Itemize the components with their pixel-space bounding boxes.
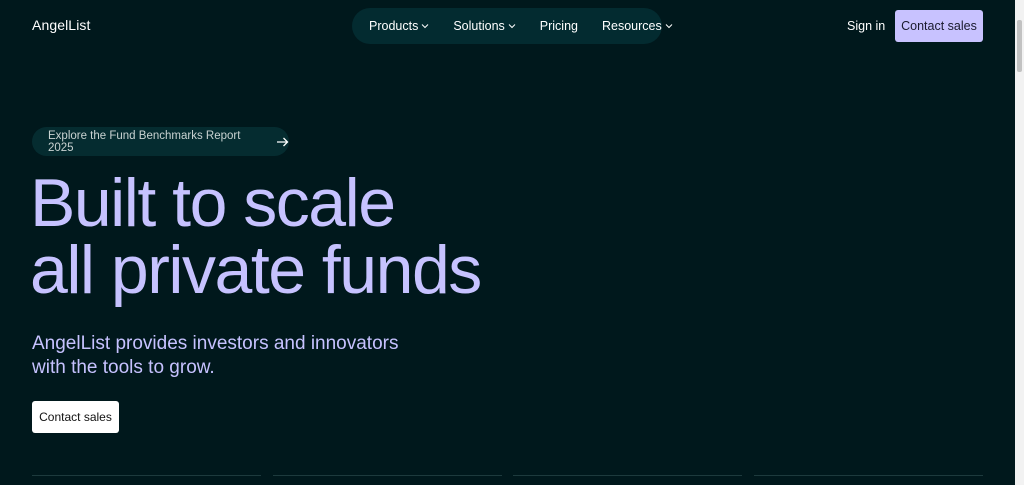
nav-item-label: Pricing: [539, 19, 578, 33]
page: AngelList Products Solutions Pricing Res…: [0, 0, 1024, 485]
nav-item-label: Products: [369, 19, 419, 33]
angellist-logo[interactable]: AngelList: [32, 17, 91, 33]
chevron-down-icon: [508, 22, 516, 30]
hero-subtitle-line: with the tools to grow.: [32, 357, 215, 378]
arrow-right-icon: [276, 137, 289, 147]
nav-item-solutions[interactable]: Solutions: [453, 19, 516, 33]
contact-sales-button[interactable]: Contact sales: [895, 10, 983, 42]
divider: [513, 475, 743, 476]
nav-item-label: Resources: [602, 19, 662, 33]
hero-subtitle-line: AngelList provides investors and innovat…: [32, 333, 399, 354]
vertical-scrollbar[interactable]: [1015, 0, 1024, 485]
hero-title-line: all private funds: [30, 232, 482, 308]
nav-item-label: Solutions: [453, 19, 505, 33]
nav-item-resources[interactable]: Resources: [602, 19, 673, 33]
announcement-label: Explore the Fund Benchmarks Report 2025: [48, 129, 241, 154]
nav-item-products[interactable]: Products: [369, 19, 429, 33]
hero-title-line: Built to scale: [30, 165, 396, 241]
hero-title: Built to scale all private funds: [30, 165, 482, 308]
hero-contact-sales-button[interactable]: Contact sales: [32, 401, 119, 433]
scrollbar-thumb[interactable]: [1017, 20, 1022, 72]
hero-subtitle: AngelList provides investors and innovat…: [32, 332, 398, 380]
divider: [753, 475, 983, 476]
section-dividers: [32, 475, 983, 476]
chevron-down-icon: [421, 22, 429, 30]
nav-item-pricing[interactable]: Pricing: [540, 19, 578, 33]
sign-in-link[interactable]: Sign in: [847, 19, 885, 33]
chevron-down-icon: [665, 22, 673, 30]
announcement-banner[interactable]: Explore the Fund Benchmarks Report 2025: [32, 127, 289, 156]
divider: [32, 475, 261, 476]
divider: [272, 475, 502, 476]
main-nav: Products Solutions Pricing Resources: [352, 8, 673, 44]
